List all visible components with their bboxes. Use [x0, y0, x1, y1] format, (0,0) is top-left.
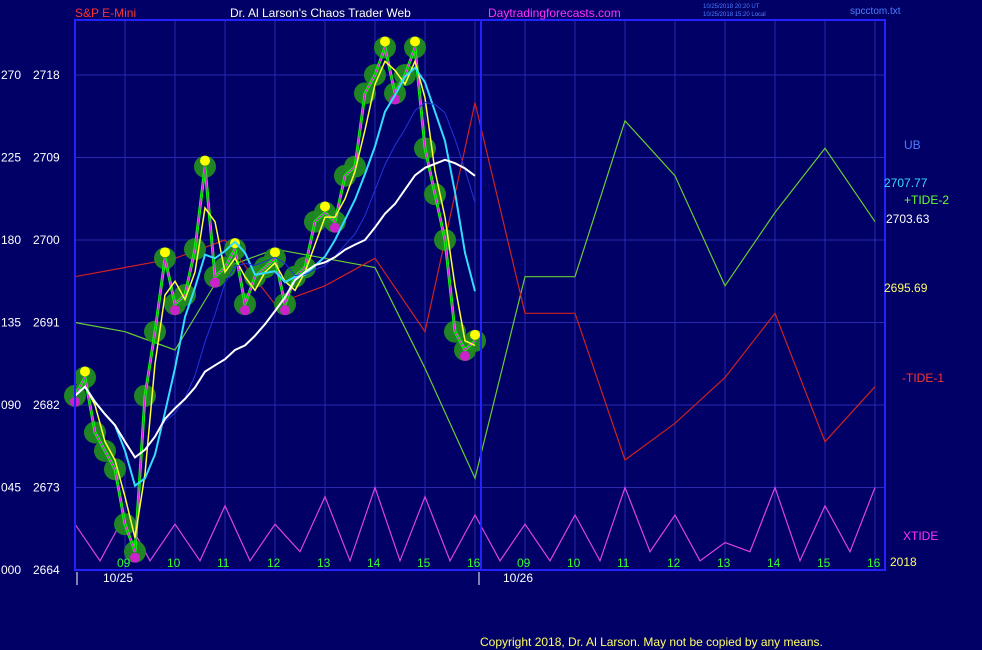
plot-lines — [64, 36, 876, 563]
hour-tick-label: 13 — [717, 556, 731, 570]
swing-high-marker — [200, 155, 210, 166]
year-label: 2018 — [890, 555, 917, 569]
aux-tick-label: 270 — [1, 68, 21, 82]
swing-low-marker — [210, 277, 220, 288]
hour-tick-label: 14 — [367, 556, 381, 570]
xtide-label: XTIDE — [903, 529, 938, 543]
swing-low-marker — [240, 305, 250, 316]
hour-tick-label: 11 — [617, 556, 630, 570]
hour-tick-label: 16 — [467, 556, 481, 570]
hour-tick-label: 11 — [217, 556, 230, 570]
hour-tick-label: 12 — [267, 556, 281, 570]
swing-high-marker — [470, 329, 480, 340]
swing-low-marker — [130, 552, 140, 563]
hour-tick-label: 15 — [417, 556, 431, 570]
ub-label: UB — [904, 138, 921, 152]
site-link[interactable]: Daytradingforecasts.com — [488, 6, 621, 20]
hour-tick-label: 13 — [317, 556, 331, 570]
swing-high-marker — [270, 247, 280, 258]
aux-tick-label: 135 — [1, 316, 21, 330]
date-tick-label: 10/25 — [103, 571, 133, 585]
timestamp-local: 10/25/2018 15:20 Local — [703, 12, 766, 18]
price-tick-label: 2673 — [33, 481, 60, 495]
swing-low-marker — [170, 305, 180, 316]
swing-high-marker — [380, 36, 390, 47]
swing-high-marker — [320, 201, 330, 212]
aux-tick-label: 090 — [1, 398, 21, 412]
swing-low-marker — [460, 351, 470, 361]
aux-tick-label: 045 — [1, 481, 21, 495]
chart-title: Dr. Al Larson's Chaos Trader Web — [230, 6, 411, 20]
swing-high-marker — [80, 366, 90, 377]
timestamp-ut: 10/25/2018 20:20 UT — [703, 4, 760, 10]
aux-tick-label: 180 — [1, 233, 21, 247]
filename-label: spcctom.txt — [850, 6, 901, 17]
hour-tick-label: 10 — [167, 556, 181, 570]
hour-tick-label: 09 — [117, 556, 131, 570]
tide-plus-label: +TIDE-2 — [904, 193, 949, 207]
symbol-label: S&P E-Mini — [75, 6, 136, 20]
date-tick-label: 10/26 — [503, 571, 533, 585]
price-tick-label: 2664 — [33, 563, 60, 577]
cyan-price-label: 2707.77 — [884, 176, 928, 190]
axis-labels: 000 2664 045 2673 090 2682 135 2691 180 2700 225 27… — [1, 68, 881, 585]
swing-low-marker — [280, 305, 290, 316]
aux-tick-label: 000 — [1, 563, 21, 577]
chaos-trader-chart: 000 2664 045 2673 090 2682 135 2691 180 2700 225 27… — [1, 4, 949, 649]
price-tick-label: 2718 — [33, 68, 60, 82]
hour-tick-label: 15 — [817, 556, 831, 570]
hour-tick-label: 10 — [567, 556, 581, 570]
price-tick-label: 2700 — [33, 233, 60, 247]
white-price-label: 2703.63 — [886, 212, 930, 226]
hour-tick-label: 16 — [867, 556, 881, 570]
tide-minus-label: -TIDE-1 — [902, 371, 944, 385]
price-tick-label: 2709 — [33, 151, 60, 165]
aux-tick-label: 225 — [1, 151, 21, 165]
price-tick-label: 2691 — [33, 316, 60, 330]
hour-tick-label: 14 — [767, 556, 781, 570]
swing-high-marker — [160, 247, 170, 258]
price-tick-label: 2682 — [33, 398, 60, 412]
hour-tick-label: 09 — [517, 556, 531, 570]
swing-high-marker — [410, 36, 420, 47]
copyright: Copyright 2018, Dr. Al Larson. May not b… — [480, 635, 823, 649]
hour-tick-label: 12 — [667, 556, 681, 570]
yellow-price-label: 2695.69 — [884, 281, 928, 295]
